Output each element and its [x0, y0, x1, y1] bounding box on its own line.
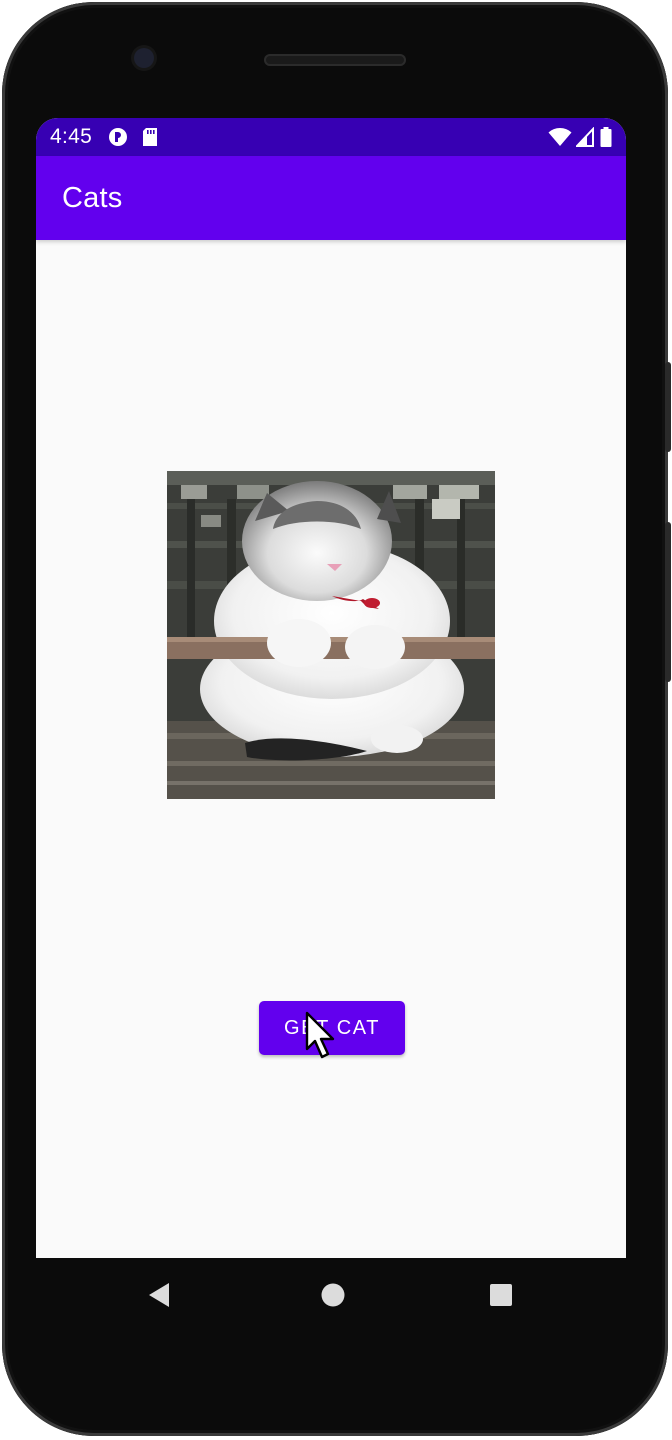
recents-icon[interactable]	[489, 1283, 513, 1307]
app-title: Cats	[62, 182, 123, 214]
cat-photo	[167, 471, 495, 799]
cat-photo-icon	[167, 471, 495, 799]
app-bar: Cats	[36, 156, 626, 240]
device-screen: 4:45 Cats GET CAT	[36, 118, 626, 1258]
cell-signal-icon	[576, 127, 594, 147]
status-time: 4:45	[50, 125, 93, 148]
battery-icon	[600, 127, 612, 147]
navigation-bar	[36, 1258, 626, 1338]
back-icon[interactable]	[147, 1282, 171, 1308]
sd-card-icon	[143, 128, 157, 146]
mouse-pointer-icon	[305, 1011, 335, 1059]
volume-button	[665, 522, 671, 682]
status-bar: 4:45	[36, 118, 626, 156]
app-notification-icon	[109, 128, 127, 146]
earpiece-speaker	[264, 54, 406, 66]
home-icon[interactable]	[320, 1282, 346, 1308]
wifi-icon	[548, 128, 572, 146]
power-button	[665, 362, 671, 452]
front-camera	[134, 48, 154, 68]
